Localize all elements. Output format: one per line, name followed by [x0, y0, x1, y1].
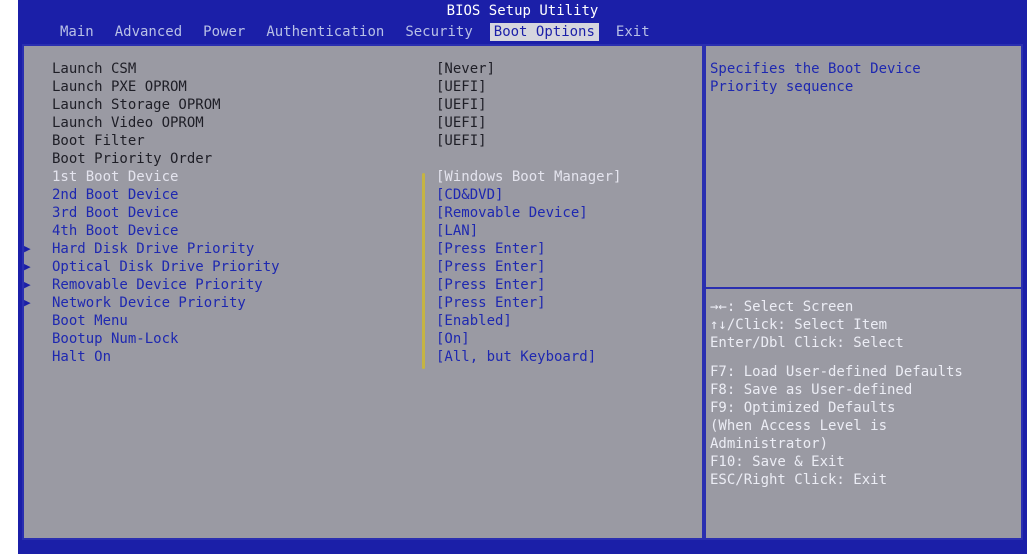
option-value: [CD&DVD] — [436, 187, 504, 203]
option-label: Boot Filter — [52, 133, 145, 149]
key-help: →←: Select Screen ↑↓/Click: Select Item … — [706, 298, 1025, 489]
submenu-optical-disk-drive-priority[interactable]: ▶ Optical Disk Drive Priority [Press Ent… — [24, 258, 702, 276]
option-launch-video-oprom[interactable]: Launch Video OPROM [UEFI] — [24, 114, 702, 132]
key-help-esc: ESC/Right Click: Exit — [710, 472, 888, 488]
option-label: Halt On — [52, 349, 112, 365]
option-label: Launch Video OPROM — [52, 115, 204, 131]
bios-screen: BIOS Setup Utility Main Advanced Power A… — [18, 0, 1027, 554]
tab-boot-options[interactable]: Boot Options — [489, 23, 599, 41]
help-divider — [706, 287, 1021, 289]
option-value: [Removable Device] — [436, 205, 588, 221]
option-value: [Enabled] — [436, 313, 512, 329]
tab-authentication[interactable]: Authentication — [262, 23, 388, 41]
tab-power[interactable]: Power — [199, 23, 249, 41]
option-boot-menu[interactable]: Boot Menu [Enabled] — [24, 312, 702, 330]
title-bar: BIOS Setup Utility — [18, 0, 1027, 24]
key-help-enter-select: Enter/Dbl Click: Select — [710, 335, 904, 351]
triangle-right-icon: ▶ — [24, 296, 31, 309]
option-2nd-boot-device[interactable]: 2nd Boot Device [CD&DVD] — [24, 186, 702, 204]
option-value: [Windows Boot Manager] — [436, 169, 622, 185]
boot-priority-order-heading: Boot Priority Order — [24, 150, 702, 168]
key-help-f8: F8: Save as User-defined — [710, 382, 913, 398]
option-value: [All, but Keyboard] — [436, 349, 597, 365]
menu-tabs: Main Advanced Power Authentication Secur… — [56, 23, 654, 41]
option-label: 4th Boot Device — [52, 223, 179, 239]
selection-indicator-bar — [422, 173, 425, 369]
option-label: Bootup Num-Lock — [52, 331, 179, 347]
tab-exit[interactable]: Exit — [612, 23, 654, 41]
section-heading: Boot Priority Order — [52, 151, 213, 167]
option-label: Launch Storage OPROM — [52, 97, 221, 113]
option-3rd-boot-device[interactable]: 3rd Boot Device [Removable Device] — [24, 204, 702, 222]
option-value: [UEFI] — [436, 79, 487, 95]
option-launch-storage-oprom[interactable]: Launch Storage OPROM [UEFI] — [24, 96, 702, 114]
key-help-select-item: ↑↓/Click: Select Item — [710, 317, 888, 333]
tab-advanced[interactable]: Advanced — [111, 23, 186, 41]
option-label: 2nd Boot Device — [52, 187, 179, 203]
submenu-network-device-priority[interactable]: ▶ Network Device Priority [Press Enter] — [24, 294, 702, 312]
options-panel: Launch CSM [Never] Launch PXE OPROM [UEF… — [22, 44, 704, 540]
triangle-right-icon: ▶ — [24, 278, 31, 291]
option-value: [UEFI] — [436, 133, 487, 149]
option-bootup-num-lock[interactable]: Bootup Num-Lock [On] — [24, 330, 702, 348]
option-label: Boot Menu — [52, 313, 128, 329]
submenu-hard-disk-drive-priority[interactable]: ▶ Hard Disk Drive Priority [Press Enter] — [24, 240, 702, 258]
option-label: Optical Disk Drive Priority — [52, 259, 280, 275]
option-label: Removable Device Priority — [52, 277, 263, 293]
submenu-removable-device-priority[interactable]: ▶ Removable Device Priority [Press Enter… — [24, 276, 702, 294]
bios-title: BIOS Setup Utility — [446, 3, 599, 19]
help-panel: Specifies the Boot Device Priority seque… — [704, 44, 1023, 540]
key-help-access-level: (When Access Level is — [710, 418, 888, 434]
option-value: [Never] — [436, 61, 496, 77]
bottom-bar — [18, 540, 1027, 554]
tab-security[interactable]: Security — [401, 23, 476, 41]
option-label: Launch CSM — [52, 61, 137, 77]
option-value: [Press Enter] — [436, 295, 546, 311]
key-help-administrator: Administrator) — [710, 436, 829, 452]
option-value: [UEFI] — [436, 97, 487, 113]
key-help-f9: F9: Optimized Defaults — [710, 400, 896, 416]
option-value: [On] — [436, 331, 470, 347]
option-launch-csm[interactable]: Launch CSM [Never] — [24, 60, 702, 78]
help-description: Specifies the Boot Device Priority seque… — [710, 61, 921, 95]
option-value: [Press Enter] — [436, 241, 546, 257]
option-value: [UEFI] — [436, 115, 487, 131]
option-value: [LAN] — [436, 223, 479, 239]
option-boot-filter[interactable]: Boot Filter [UEFI] — [24, 132, 702, 150]
option-label: 3rd Boot Device — [52, 205, 179, 221]
option-value: [Press Enter] — [436, 259, 546, 275]
option-launch-pxe-oprom[interactable]: Launch PXE OPROM [UEFI] — [24, 78, 702, 96]
option-4th-boot-device[interactable]: 4th Boot Device [LAN] — [24, 222, 702, 240]
key-help-f10: F10: Save & Exit — [710, 454, 845, 470]
option-label: Launch PXE OPROM — [52, 79, 187, 95]
option-value: [Press Enter] — [436, 277, 546, 293]
option-label: 1st Boot Device — [52, 169, 179, 185]
option-label: Hard Disk Drive Priority — [52, 241, 255, 257]
option-1st-boot-device[interactable]: 1st Boot Device [Windows Boot Manager] — [24, 168, 702, 186]
tab-main[interactable]: Main — [56, 23, 98, 41]
triangle-right-icon: ▶ — [24, 260, 31, 273]
key-help-f7: F7: Load User-defined Defaults — [710, 364, 963, 380]
option-label: Network Device Priority — [52, 295, 246, 311]
key-help-select-screen: →←: Select Screen — [710, 299, 854, 315]
triangle-right-icon: ▶ — [24, 242, 31, 255]
option-halt-on[interactable]: Halt On [All, but Keyboard] — [24, 348, 702, 366]
